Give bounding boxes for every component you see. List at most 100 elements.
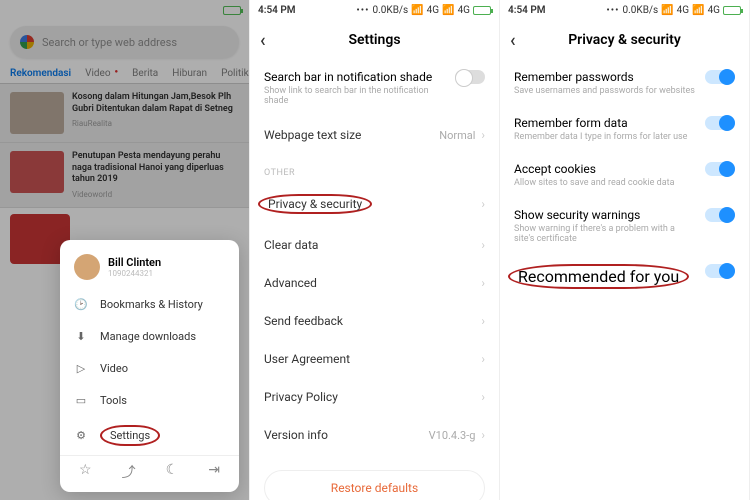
- row-title: Version info: [264, 428, 328, 442]
- menu-label: Tools: [100, 394, 127, 407]
- chevron-right-icon: ›: [481, 390, 485, 404]
- chevron-right-icon: ›: [481, 314, 485, 328]
- battery-icon: [473, 6, 491, 15]
- row-feedback[interactable]: Send feedback ›: [250, 302, 499, 340]
- row-subtitle: Save usernames and passwords for website…: [514, 86, 695, 96]
- row-remember-passwords[interactable]: Remember passwords Save usernames and pa…: [500, 60, 749, 106]
- row-subtitle: Show warning if there's a problem with a…: [514, 224, 695, 244]
- row-title: Show security warnings: [514, 208, 695, 222]
- toggle-off[interactable]: [455, 70, 485, 84]
- profile-id: 1090244321: [108, 269, 161, 278]
- row-title: Advanced: [264, 276, 317, 290]
- row-title: Privacy Policy: [264, 390, 338, 404]
- status-4g2: 4G: [458, 5, 470, 16]
- toggle-on[interactable]: [705, 116, 735, 130]
- chevron-right-icon: ›: [481, 197, 485, 211]
- row-recommended[interactable]: Recommended for you: [500, 254, 749, 299]
- status-bar: 4:54 PM ••• 0.0KB/s 📶 4G 📶 4G: [250, 0, 499, 20]
- exit-icon[interactable]: ⇥: [208, 462, 220, 482]
- row-security-warn[interactable]: Show security warnings Show warning if t…: [500, 198, 749, 254]
- chevron-right-icon: ›: [481, 428, 485, 442]
- signal-icon: 📶: [442, 5, 454, 16]
- menu-video[interactable]: ▷Video: [60, 352, 239, 384]
- phone-browser: 4:54 PM ••• 0.9KB/s ⏰ 📶 4G 📶 4G Search o…: [0, 0, 250, 500]
- menu-downloads[interactable]: ⬇ Manage downloads: [60, 320, 239, 352]
- row-version[interactable]: Version info V10.4.3-g ›: [250, 416, 499, 454]
- row-clear-data[interactable]: Clear data ›: [250, 226, 499, 264]
- menu-label: Manage downloads: [100, 330, 196, 343]
- signal-icon: 📶: [692, 5, 704, 16]
- row-title: Clear data: [264, 238, 318, 252]
- gear-icon: ⚙: [74, 429, 88, 443]
- phone-privacy: 4:54 PM ••• 0.0KB/s 📶 4G 📶 4G ‹ Privacy …: [500, 0, 750, 500]
- star-icon[interactable]: ☆: [79, 462, 92, 482]
- status-bar: 4:54 PM ••• 0.0KB/s 📶 4G 📶 4G: [500, 0, 749, 20]
- row-value: V10.4.3-g: [429, 429, 476, 442]
- header-title: Settings: [348, 32, 400, 48]
- row-title: Privacy & security: [258, 194, 372, 214]
- row-title: Send feedback: [264, 314, 343, 328]
- profile-name: Bill Clinten: [108, 256, 161, 269]
- row-subtitle: Allow sites to save and read cookie data: [514, 178, 695, 188]
- restore-button[interactable]: Restore defaults: [264, 470, 485, 500]
- menu-label: Bookmarks & History: [100, 298, 203, 311]
- menu-settings[interactable]: ⚙ Settings: [60, 416, 239, 455]
- avatar: [74, 254, 100, 280]
- restore-label: Restore defaults: [331, 481, 418, 495]
- menu-bookmarks[interactable]: 🕑 Bookmarks & History: [60, 288, 239, 320]
- moon-icon[interactable]: ☾: [166, 462, 179, 482]
- row-title: Remember form data: [514, 116, 695, 130]
- menu-label: Settings: [100, 425, 160, 446]
- bottom-actions: ☆ ⤴ ☾ ⇥: [60, 455, 239, 488]
- status-4g: 4G: [427, 5, 439, 16]
- row-cookies[interactable]: Accept cookies Allow sites to save and r…: [500, 152, 749, 198]
- row-textsize[interactable]: Webpage text size Normal ›: [250, 116, 499, 154]
- row-title: Accept cookies: [514, 162, 695, 176]
- phone-settings: 4:54 PM ••• 0.0KB/s 📶 4G 📶 4G ‹ Settings…: [250, 0, 500, 500]
- toggle-on[interactable]: [705, 162, 735, 176]
- status-4g2: 4G: [708, 5, 720, 16]
- share-icon[interactable]: ⤴: [122, 462, 136, 482]
- menu-popup: Bill Clinten 1090244321 🕑 Bookmarks & His…: [60, 240, 239, 492]
- header: ‹ Settings: [250, 20, 499, 60]
- row-title: User Agreement: [264, 352, 350, 366]
- chevron-right-icon: ›: [481, 276, 485, 290]
- status-4g: 4G: [677, 5, 689, 16]
- battery-icon: [723, 6, 741, 15]
- row-subtitle: Show link to search bar in the notificat…: [264, 86, 445, 106]
- row-privacy[interactable]: Privacy & security ›: [250, 182, 499, 226]
- row-title: Remember passwords: [514, 70, 695, 84]
- row-policy[interactable]: Privacy Policy ›: [250, 378, 499, 416]
- row-subtitle: Remember data I type in forms for later …: [514, 132, 695, 142]
- back-icon[interactable]: ‹: [260, 30, 266, 51]
- chevron-right-icon: ›: [481, 352, 485, 366]
- profile-row[interactable]: Bill Clinten 1090244321: [60, 250, 239, 288]
- clock-icon: 🕑: [74, 297, 88, 311]
- back-icon[interactable]: ‹: [510, 30, 516, 51]
- play-icon: ▷: [74, 361, 88, 375]
- chevron-right-icon: ›: [481, 128, 485, 142]
- row-value: Normal: [439, 129, 475, 142]
- status-net: 0.0KB/s: [373, 5, 409, 16]
- menu-tools[interactable]: ▭Tools: [60, 384, 239, 416]
- status-dots: •••: [356, 5, 369, 16]
- chevron-right-icon: ›: [481, 238, 485, 252]
- row-searchbar-notif[interactable]: Search bar in notification shade Show li…: [250, 60, 499, 116]
- signal-icon: 📶: [661, 5, 673, 16]
- row-title: Webpage text size: [264, 128, 361, 142]
- download-icon: ⬇: [74, 329, 88, 343]
- row-title: Recommended for you: [508, 264, 689, 289]
- row-remember-form[interactable]: Remember form data Remember data I type …: [500, 106, 749, 152]
- header-title: Privacy & security: [568, 32, 681, 48]
- section-label: OTHER: [250, 154, 499, 182]
- status-time: 4:54 PM: [508, 5, 546, 16]
- header: ‹ Privacy & security: [500, 20, 749, 60]
- status-net: 0.0KB/s: [623, 5, 659, 16]
- signal-icon: 📶: [411, 5, 423, 16]
- toggle-on[interactable]: [705, 264, 735, 278]
- row-agreement[interactable]: User Agreement ›: [250, 340, 499, 378]
- toggle-on[interactable]: [705, 70, 735, 84]
- toggle-on[interactable]: [705, 208, 735, 222]
- status-dots: •••: [606, 5, 619, 16]
- row-advanced[interactable]: Advanced ›: [250, 264, 499, 302]
